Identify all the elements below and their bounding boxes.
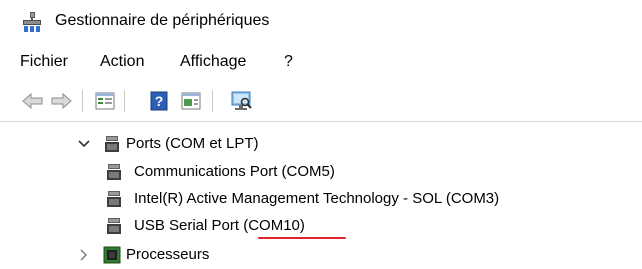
toolbar: ?: [0, 80, 642, 122]
chevron-right-icon[interactable]: [75, 246, 93, 264]
help-icon[interactable]: ?: [146, 88, 172, 114]
menu-bar: Fichier Action Affichage ?: [0, 44, 642, 80]
port-connector-icon: [104, 189, 124, 209]
toolbar-separator: [82, 90, 83, 112]
tree-node-label: Processeurs: [126, 246, 210, 263]
properties-icon[interactable]: [92, 88, 118, 114]
menu-action[interactable]: Action: [100, 53, 144, 71]
toolbar-separator: [212, 90, 213, 112]
update-driver-icon[interactable]: [178, 88, 204, 114]
tree-node-processors[interactable]: Processeurs: [0, 243, 642, 269]
processor-chip-icon: [102, 245, 122, 265]
tree-node-label: Communications Port (COM5): [134, 163, 335, 180]
tree-node-label: Ports (COM et LPT): [126, 135, 259, 152]
tree-node-com3[interactable]: Intel(R) Active Management Technology - …: [0, 187, 642, 213]
chevron-down-icon[interactable]: [75, 135, 93, 153]
forward-arrow-icon[interactable]: [48, 88, 74, 114]
toolbar-separator: [124, 90, 125, 112]
menu-fichier[interactable]: Fichier: [20, 53, 68, 71]
scan-hardware-icon[interactable]: [228, 88, 254, 114]
menu-affichage[interactable]: Affichage: [180, 53, 246, 71]
tree-node-label: Intel(R) Active Management Technology - …: [134, 190, 500, 207]
menu-help[interactable]: ?: [284, 53, 293, 71]
tree-node-label: USB Serial Port (COM10): [134, 217, 305, 234]
tree-node-com5[interactable]: Communications Port (COM5): [0, 160, 642, 186]
svg-text:?: ?: [155, 93, 164, 109]
window-title: Gestionnaire de périphériques: [55, 12, 270, 29]
annotation-underline: [258, 237, 346, 239]
port-connector-icon: [104, 216, 124, 236]
device-tree: Ports (COM et LPT) Communications Port (…: [0, 123, 642, 269]
tree-node-ports[interactable]: Ports (COM et LPT): [0, 132, 642, 158]
title-bar: Gestionnaire de périphériques: [0, 0, 642, 44]
port-connector-icon: [102, 134, 122, 154]
device-manager-icon: [21, 11, 43, 33]
back-arrow-icon[interactable]: [20, 88, 46, 114]
port-connector-icon: [104, 162, 124, 182]
